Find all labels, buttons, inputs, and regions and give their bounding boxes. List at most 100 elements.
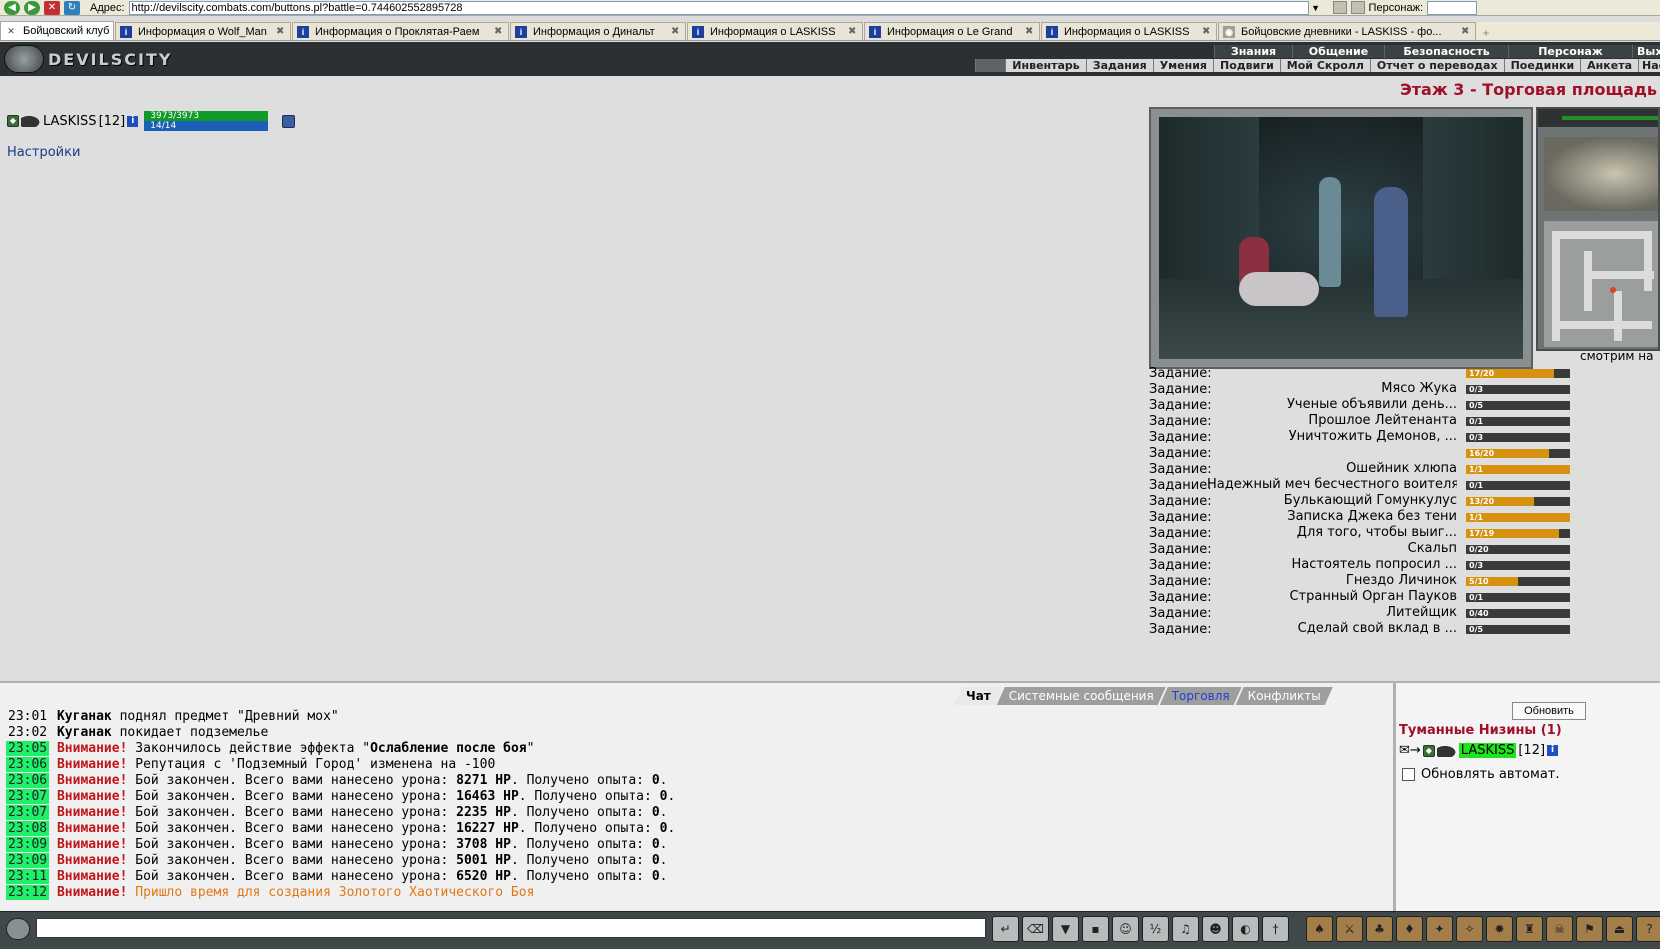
- quest-row[interactable]: Задание: Странный Орган Пауков 0/1: [1149, 589, 1570, 605]
- person-icon[interactable]: ☺: [1112, 916, 1139, 942]
- menu-quests[interactable]: Задания: [1085, 59, 1153, 72]
- chat-time[interactable]: 23:09: [6, 853, 50, 868]
- chat-time[interactable]: 23:01: [6, 709, 49, 724]
- flag-icon[interactable]: ⚑: [1576, 916, 1603, 942]
- menu-knowledge[interactable]: Знания: [1214, 45, 1292, 58]
- tab-info-3[interactable]: i Информация о Динальт ✖: [510, 22, 686, 40]
- compass-icon[interactable]: [1544, 137, 1658, 211]
- treasure-icon[interactable]: ♦: [1396, 916, 1423, 942]
- monster-figure[interactable]: [1239, 272, 1319, 306]
- quest-name[interactable]: Мясо Жука: [1381, 381, 1457, 397]
- exit-icon[interactable]: ⏏: [1606, 916, 1633, 942]
- tab-info-1[interactable]: i Информация о Wolf_Man ✖: [115, 22, 291, 40]
- close-icon[interactable]: ✖: [1202, 26, 1212, 37]
- quest-row[interactable]: Задание: Для того, чтобы выиг... 17/19: [1149, 525, 1570, 541]
- save-icon[interactable]: ▪: [1082, 916, 1109, 942]
- player-figure[interactable]: [1374, 187, 1408, 317]
- sword-icon[interactable]: †: [1262, 916, 1289, 942]
- menu-battles[interactable]: Поединки: [1503, 59, 1581, 72]
- tab-fight-club[interactable]: ✕ Бойцовский клуб: [0, 21, 114, 40]
- chat-time[interactable]: 23:11: [6, 869, 50, 884]
- url-dropdown-icon[interactable]: ▼: [1309, 3, 1323, 13]
- scroll-icon[interactable]: ✧: [1456, 916, 1483, 942]
- tab-system[interactable]: Системные сообщения: [997, 687, 1166, 705]
- close-icon[interactable]: ✖: [1025, 26, 1035, 37]
- chat-input[interactable]: [36, 918, 986, 938]
- close-icon[interactable]: ✖: [494, 26, 504, 37]
- quest-name[interactable]: Сделай свой вклад в ...: [1298, 621, 1457, 637]
- smiley-icon[interactable]: ☻: [1202, 916, 1229, 942]
- filter-icon[interactable]: ▼: [1052, 916, 1079, 942]
- quest-row[interactable]: Задание: Скальп 0/20: [1149, 541, 1570, 557]
- quest-row[interactable]: Задание: Булькающий Гомункулус 13/20: [1149, 493, 1570, 509]
- quest-row[interactable]: Задание: Сделай свой вклад в ... 0/5: [1149, 621, 1570, 637]
- menu-character[interactable]: Персонаж: [1508, 45, 1632, 58]
- auto-refresh-checkbox[interactable]: [1402, 768, 1415, 781]
- quest-name[interactable]: Настоятель попросил ...: [1291, 557, 1457, 573]
- quest-row[interactable]: Задание: Мясо Жука 0/3: [1149, 381, 1570, 397]
- menu-skills[interactable]: Умения: [1152, 59, 1213, 72]
- monster-figure[interactable]: [1319, 177, 1341, 287]
- menu-feats[interactable]: Подвиги: [1213, 59, 1280, 72]
- quest-row[interactable]: Задание: Настоятель попросил ... 0/3: [1149, 557, 1570, 573]
- quest-name[interactable]: Литейщик: [1386, 605, 1457, 621]
- send-icon[interactable]: ↵: [992, 916, 1019, 942]
- castle-icon[interactable]: ♜: [1516, 916, 1543, 942]
- translit-icon[interactable]: ½: [1142, 916, 1169, 942]
- sound-icon[interactable]: ♫: [1172, 916, 1199, 942]
- close-icon[interactable]: ✖: [276, 26, 286, 37]
- tab-trade[interactable]: Торговля: [1160, 687, 1242, 705]
- skull-icon[interactable]: ☠: [1546, 916, 1573, 942]
- private-message-icon[interactable]: ✉→: [1399, 743, 1421, 758]
- quest-name[interactable]: Булькающий Гомункулус: [1284, 493, 1457, 509]
- quest-row[interactable]: Задание: Надежный меч бесчестного воителя…: [1149, 477, 1570, 493]
- quest-name[interactable]: Гнездо Личинок: [1346, 573, 1457, 589]
- chat-time[interactable]: 23:07: [6, 789, 50, 804]
- helmet-icon[interactable]: ◐: [1232, 916, 1259, 942]
- dungeon-scene[interactable]: [1149, 107, 1533, 369]
- quest-name[interactable]: Для того, чтобы выиг...: [1297, 525, 1457, 541]
- menu-transfers[interactable]: Отчет о переводах: [1369, 59, 1504, 72]
- stop-icon[interactable]: ✕: [44, 0, 60, 15]
- chat-time[interactable]: 23:05: [6, 741, 50, 756]
- pet-icon[interactable]: [21, 115, 41, 127]
- quest-row[interactable]: Задание: 16/20: [1149, 445, 1570, 461]
- settings-icon[interactable]: [1350, 1, 1365, 14]
- quest-name[interactable]: Надежный меч бесчестного воителя: [1207, 477, 1457, 493]
- settings-link[interactable]: Настройки: [7, 145, 80, 160]
- quest-row[interactable]: Задание: 17/20: [1149, 365, 1570, 381]
- menu-communication[interactable]: Общение: [1292, 45, 1384, 58]
- refresh-icon[interactable]: ↻: [64, 0, 80, 15]
- quest-name[interactable]: Ошейник хлюпа: [1346, 461, 1457, 477]
- mage-icon[interactable]: ♣: [1366, 916, 1393, 942]
- tab-info-2[interactable]: i Информация о Проклятая-Раем ✖: [292, 22, 509, 40]
- tab-conflicts[interactable]: Конфликты: [1236, 687, 1333, 705]
- quest-row[interactable]: Задание: Гнездо Личинок 5/10: [1149, 573, 1570, 589]
- quest-name[interactable]: Скальп: [1408, 541, 1457, 557]
- chat-time[interactable]: 23:08: [6, 821, 50, 836]
- menu-settings[interactable]: Настройки: [1638, 59, 1660, 72]
- quest-name[interactable]: Ученые объявили день...: [1287, 397, 1457, 413]
- map-icon[interactable]: ✦: [1426, 916, 1453, 942]
- menu-scroll[interactable]: Мой Скролл: [1279, 59, 1370, 72]
- close-icon[interactable]: ✖: [848, 26, 858, 37]
- chat-time[interactable]: 23:12: [6, 885, 50, 900]
- info-icon[interactable]: i: [1547, 745, 1559, 756]
- info-icon[interactable]: i: [127, 115, 139, 127]
- quest-name[interactable]: Прошлое Лейтенанта: [1308, 413, 1457, 429]
- minimap[interactable]: [1536, 107, 1660, 351]
- refresh-button[interactable]: Обновить: [1512, 702, 1586, 720]
- new-tab-icon[interactable]: +: [1477, 26, 1495, 40]
- tab-info-6[interactable]: i Информация о LASKISS ✖: [1041, 22, 1217, 40]
- menu-profile[interactable]: Анкета: [1580, 59, 1638, 72]
- close-icon[interactable]: ✖: [1461, 26, 1471, 37]
- alignment-icon[interactable]: ◆: [7, 115, 19, 127]
- tab-diaries[interactable]: ◉ Бойцовские дневники - LASKISS - фо... …: [1218, 22, 1476, 40]
- tab-info-5[interactable]: i Информация о Le Grand ✖: [864, 22, 1040, 40]
- eraser-icon[interactable]: ⌫: [1022, 916, 1049, 942]
- battle-icon[interactable]: ⚔: [1336, 916, 1363, 942]
- tab-chat[interactable]: Чат: [954, 687, 1003, 705]
- quest-row[interactable]: Задание: Прошлое Лейтенанта 0/1: [1149, 413, 1570, 429]
- tab-info-4[interactable]: i Информация о LASKISS ✖: [687, 22, 863, 40]
- menu-security[interactable]: Безопасность: [1384, 45, 1508, 58]
